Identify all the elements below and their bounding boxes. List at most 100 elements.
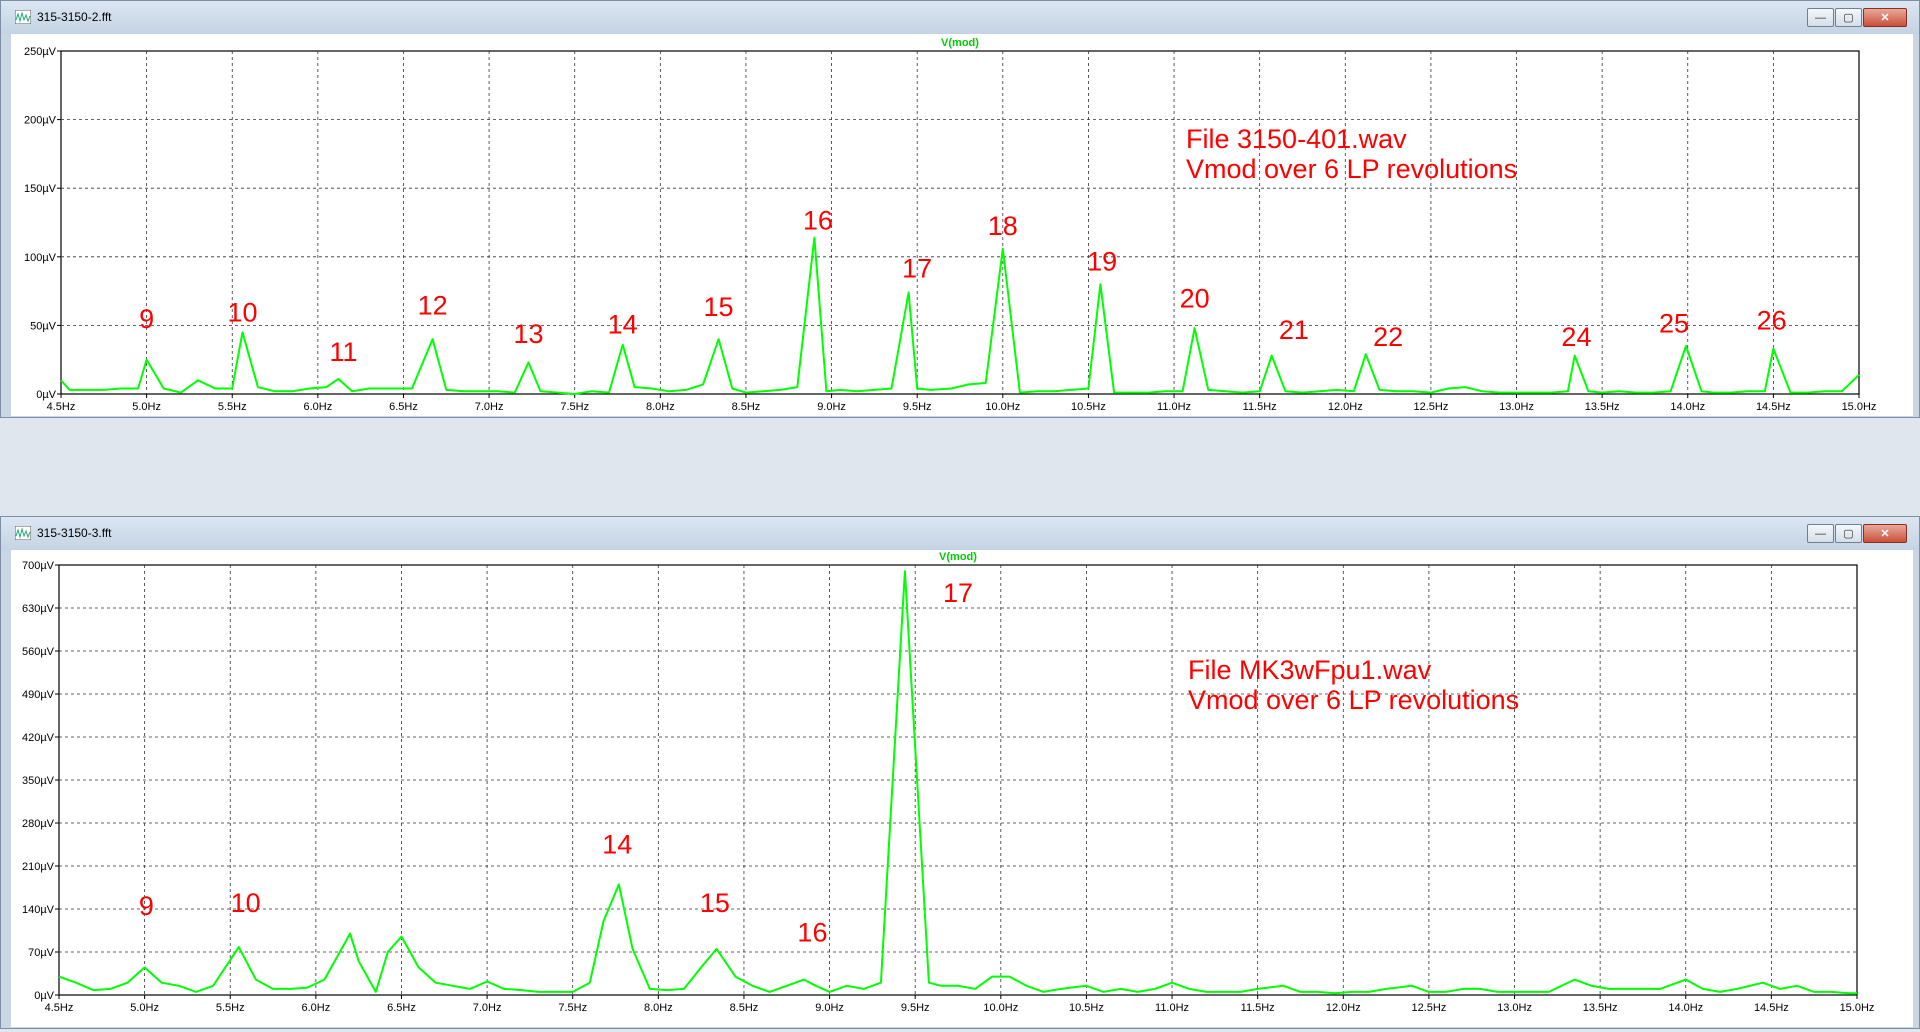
harmonic-label: 19	[1087, 247, 1117, 277]
x-tick-label: 5.5Hz	[216, 1002, 245, 1014]
x-tick-label: 11.0Hz	[1155, 1002, 1189, 1014]
harmonic-label: 18	[988, 211, 1018, 241]
x-tick-label: 12.5Hz	[1413, 401, 1448, 413]
harmonic-label: 10	[227, 297, 257, 327]
x-tick-label: 5.0Hz	[132, 401, 161, 413]
harmonic-label: 22	[1373, 322, 1403, 352]
y-tick-label: 150µV	[24, 183, 57, 195]
harmonic-label: 11	[330, 337, 358, 367]
plot-area[interactable]: V(mod) 4.5Hz 5.0Hz 5.5Hz 6.0Hz 6.5Hz 7.0Hz 7.5H…	[11, 34, 1913, 416]
harmonic-label: 14	[608, 310, 638, 340]
x-tick-label: 15.0Hz	[1840, 1002, 1875, 1014]
x-tick-label: 13.5Hz	[1583, 1002, 1618, 1014]
y-tick-label: 0µV	[36, 389, 56, 401]
fft-chart-1[interactable]: V(mod) 4.5Hz 5.0Hz 5.5Hz 6.0Hz 6.5Hz 7.0Hz 7.5H…	[11, 34, 1915, 416]
x-tick-label: 6.5Hz	[389, 401, 418, 413]
x-tick-label: 9.0Hz	[817, 401, 846, 413]
y-tick-label: 100µV	[24, 252, 57, 264]
fft-window-1: 315-3150-2.fft — ▢ ✕ V(mod) 4.5Hz 5.0Hz 5.5…	[0, 0, 1920, 418]
x-tick-label: 10.0Hz	[983, 1002, 1018, 1014]
x-tick-label: 8.5Hz	[730, 1002, 759, 1014]
x-tick-label: 12.0Hz	[1326, 1002, 1361, 1014]
plot-frame	[58, 564, 1858, 996]
x-tick-label: 14.5Hz	[1754, 1002, 1789, 1014]
window-titlebar[interactable]: 315-3150-3.fft — ▢ ✕	[1, 517, 1919, 550]
y-tick-label: 350µV	[22, 775, 55, 787]
harmonic-label: 14	[602, 830, 632, 860]
x-tick-label: 14.0Hz	[1668, 1002, 1703, 1014]
x-tick-label: 10.5Hz	[1069, 1002, 1104, 1014]
file-note: File MK3wFpu1.wav	[1188, 655, 1432, 685]
window-titlebar[interactable]: 315-3150-2.fft — ▢ ✕	[1, 1, 1919, 34]
x-tick-label: 14.5Hz	[1756, 401, 1791, 413]
file-note: File 3150-401.wav	[1186, 124, 1407, 154]
waveform-app-icon	[15, 10, 31, 24]
restore-button[interactable]: ▢	[1835, 8, 1862, 27]
harmonic-label: 9	[139, 304, 154, 334]
harmonic-label: 16	[797, 918, 827, 948]
x-tick-label: 15.0Hz	[1842, 401, 1877, 413]
harmonic-label: 9	[139, 891, 154, 921]
y-tick-label: 280µV	[22, 818, 55, 830]
harmonic-label: 26	[1757, 306, 1787, 336]
x-tick-label: 14.0Hz	[1670, 401, 1705, 413]
x-tick-label: 4.5Hz	[47, 401, 76, 413]
y-tick-label: 630µV	[22, 603, 55, 615]
x-tick-label: 8.0Hz	[644, 1002, 673, 1014]
restore-button[interactable]: ▢	[1835, 524, 1862, 543]
harmonic-label: 13	[513, 319, 543, 349]
series-line	[58, 570, 1857, 995]
x-tick-label: 13.5Hz	[1585, 401, 1620, 413]
window-title: 315-3150-3.fft	[37, 526, 112, 540]
y-tick-label: 70µV	[28, 947, 55, 959]
x-tick-label: 10.0Hz	[985, 401, 1020, 413]
file-note: Vmod over 6 LP revolutions	[1186, 154, 1517, 184]
harmonic-label: 17	[902, 253, 932, 283]
x-tick-label: 11.0Hz	[1157, 401, 1191, 413]
x-tick-label: 11.5Hz	[1241, 1002, 1275, 1014]
x-tick-label: 7.5Hz	[560, 401, 589, 413]
minimize-button[interactable]: —	[1807, 524, 1834, 543]
y-tick-label: 200µV	[24, 115, 57, 127]
chart-title: V(mod)	[939, 551, 977, 563]
y-tick-label: 50µV	[30, 320, 57, 332]
fft-window-2: 315-3150-3.fft — ▢ ✕ V(mod) 4.5Hz 5.0Hz 5.5…	[0, 516, 1920, 1029]
x-tick-label: 5.0Hz	[130, 1002, 159, 1014]
close-button[interactable]: ✕	[1863, 524, 1907, 543]
x-tick-label: 11.5Hz	[1243, 401, 1277, 413]
x-tick-label: 9.5Hz	[901, 1002, 930, 1014]
series-line	[60, 236, 1860, 395]
plot-area[interactable]: V(mod) 4.5Hz 5.0Hz 5.5Hz 6.0Hz 6.5Hz 7.0Hz 7.5H…	[11, 550, 1913, 1027]
x-tick-label: 7.5Hz	[558, 1002, 587, 1014]
x-tick-label: 5.5Hz	[218, 401, 247, 413]
harmonic-label: 12	[418, 290, 448, 320]
x-tick-label: 12.0Hz	[1328, 401, 1363, 413]
y-tick-label: 210µV	[22, 861, 55, 873]
x-tick-label: 12.5Hz	[1411, 1002, 1446, 1014]
y-tick-label: 490µV	[22, 689, 55, 701]
y-tick-label: 560µV	[22, 646, 55, 658]
close-button[interactable]: ✕	[1863, 8, 1907, 27]
harmonic-label: 25	[1659, 308, 1689, 338]
y-tick-label: 0µV	[34, 990, 54, 1002]
x-tick-label: 4.5Hz	[45, 1002, 74, 1014]
y-tick-label: 420µV	[22, 732, 55, 744]
harmonic-label: 16	[803, 205, 833, 235]
harmonic-label: 10	[231, 888, 261, 918]
harmonic-label: 17	[943, 578, 973, 608]
x-tick-label: 6.0Hz	[303, 401, 332, 413]
x-tick-label: 6.5Hz	[387, 1002, 416, 1014]
harmonic-label: 21	[1279, 315, 1309, 345]
harmonic-label: 20	[1180, 284, 1210, 314]
chart-title: V(mod)	[941, 37, 979, 49]
x-tick-label: 8.0Hz	[646, 401, 675, 413]
y-tick-label: 250µV	[24, 46, 57, 58]
fft-chart-2[interactable]: V(mod) 4.5Hz 5.0Hz 5.5Hz 6.0Hz 6.5Hz 7.0Hz 7.5H…	[11, 550, 1915, 1027]
harmonic-label: 24	[1561, 322, 1591, 352]
x-tick-label: 10.5Hz	[1071, 401, 1106, 413]
minimize-button[interactable]: —	[1807, 8, 1834, 27]
window-title: 315-3150-2.fft	[37, 10, 112, 24]
x-tick-label: 7.0Hz	[473, 1002, 502, 1014]
x-tick-label: 9.0Hz	[815, 1002, 844, 1014]
waveform-app-icon	[15, 526, 31, 540]
